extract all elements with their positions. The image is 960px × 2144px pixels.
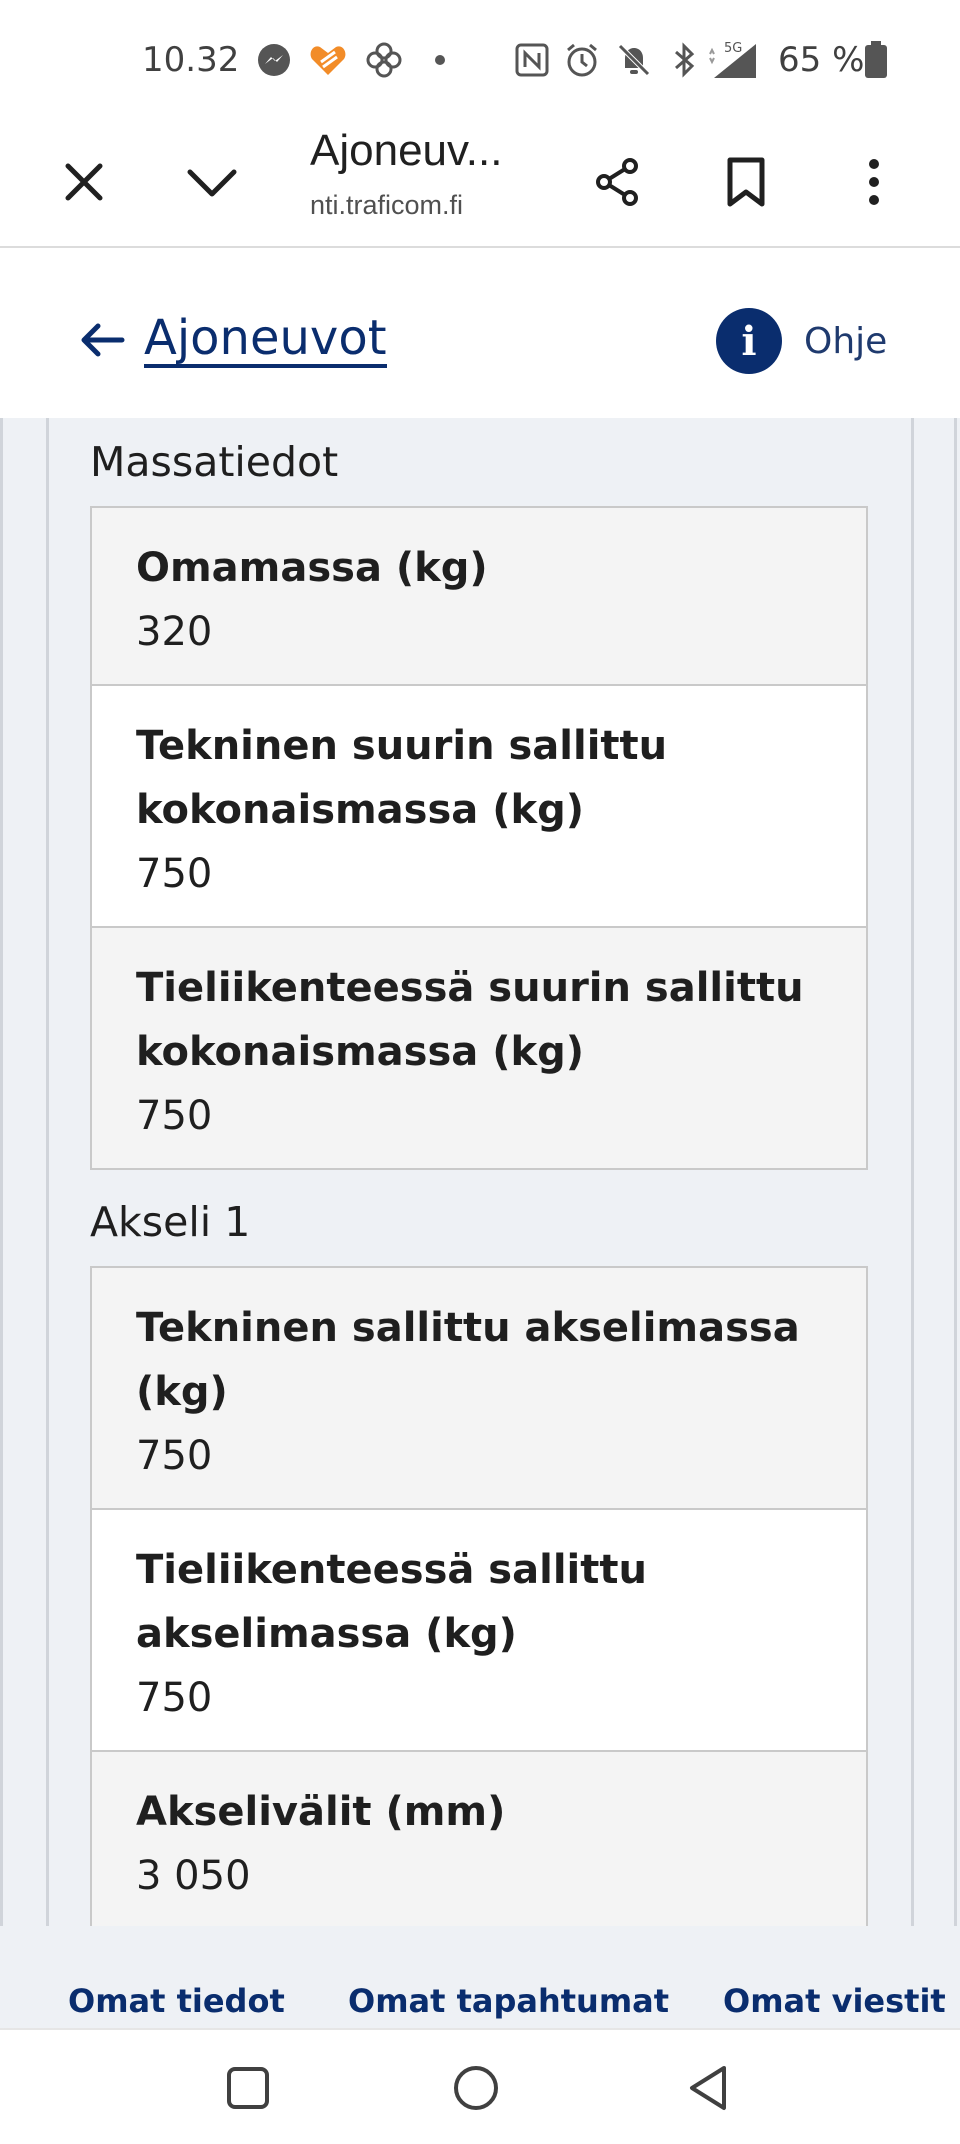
heart-app-icon (308, 40, 348, 80)
mass-table: Omamassa (kg) 320 Tekninen suurin sallit… (90, 506, 868, 1170)
more-vert-icon[interactable] (838, 146, 910, 218)
axle-table: Tekninen sallittu akselimassa (kg) 750 T… (90, 1266, 868, 1926)
tab-title[interactable]: Ajoneuv... (310, 126, 502, 176)
table-row: Omamassa (kg) 320 (92, 508, 866, 686)
alarm-icon (562, 40, 602, 80)
url-text[interactable]: nti.traficom.fi (310, 190, 463, 221)
network-label: 5G (724, 41, 742, 56)
row-value: 3 050 (136, 1853, 251, 1899)
row-value: 750 (136, 1093, 213, 1139)
bookmark-icon[interactable] (710, 146, 782, 218)
row-value: 750 (136, 851, 213, 897)
table-row: Tieliikenteessä suurin sallittu kokonais… (92, 928, 866, 1168)
mute-icon (614, 40, 654, 80)
home-icon[interactable] (448, 2060, 504, 2116)
table-row: Akselivälit (mm) 3 050 (92, 1752, 866, 1926)
signal-5g-icon: 5G (704, 40, 764, 80)
row-label: Tekninen suurin sallittu kokonaismassa (… (136, 723, 668, 833)
row-value: 320 (136, 609, 213, 655)
back-link-label[interactable]: Ajoneuvot (144, 312, 387, 368)
status-bar: 10.32 5G 65 % (0, 0, 960, 118)
section-title-massatiedot: Massatiedot (90, 438, 339, 486)
status-time: 10.32 (142, 40, 240, 80)
info-icon: i (716, 308, 782, 374)
dot-icon (420, 40, 460, 80)
back-link-ajoneuvot[interactable]: Ajoneuvot (78, 312, 387, 368)
row-label: Omamassa (kg) (136, 545, 488, 591)
arrow-left-icon (81, 323, 125, 357)
row-label: Tieliikenteessä sallittu akselimassa (kg… (136, 1547, 647, 1657)
row-label: Akselivälit (mm) (136, 1789, 506, 1835)
section-title-akseli-1: Akseli 1 (90, 1198, 251, 1246)
main-content: Massatiedot Omamassa (kg) 320 Tekninen s… (0, 418, 960, 1926)
page-header: Ajoneuvot i Ohje (0, 250, 960, 418)
divider (954, 418, 957, 1926)
help-button[interactable]: i Ohje (716, 308, 887, 374)
messenger-icon (254, 40, 294, 80)
close-icon[interactable] (48, 146, 120, 218)
nfc-icon (512, 40, 552, 80)
row-value: 750 (136, 1433, 213, 1479)
nav-omat-viestit[interactable]: Omat viestit (723, 1982, 946, 2020)
pinwheel-app-icon (364, 40, 404, 80)
system-nav-bar (0, 2028, 960, 2144)
help-label[interactable]: Ohje (804, 321, 887, 362)
back-icon[interactable] (680, 2060, 736, 2116)
table-row: Tieliikenteessä sallittu akselimassa (kg… (92, 1510, 866, 1752)
row-label: Tekninen sallittu akselimassa (kg) (136, 1305, 800, 1415)
row-value: 750 (136, 1675, 213, 1721)
nav-omat-tapahtumat[interactable]: Omat tapahtumat (348, 1982, 669, 2020)
bluetooth-icon (664, 40, 704, 80)
recents-icon[interactable] (220, 2060, 276, 2116)
row-label: Tieliikenteessä suurin sallittu kokonais… (136, 965, 804, 1075)
divider (0, 418, 3, 1926)
battery-percent: 65 % (778, 40, 865, 80)
table-row: Tekninen sallittu akselimassa (kg) 750 (92, 1268, 866, 1510)
chevron-down-icon[interactable] (176, 146, 248, 218)
share-icon[interactable] (582, 146, 654, 218)
browser-toolbar: Ajoneuv... nti.traficom.fi (0, 118, 960, 248)
bottom-nav: Omat tiedot Omat tapahtumat Omat viestit (0, 1926, 960, 2028)
table-row: Tekninen suurin sallittu kokonaismassa (… (92, 686, 866, 928)
nav-omat-tiedot[interactable]: Omat tiedot (68, 1982, 285, 2020)
battery-icon (856, 40, 896, 80)
